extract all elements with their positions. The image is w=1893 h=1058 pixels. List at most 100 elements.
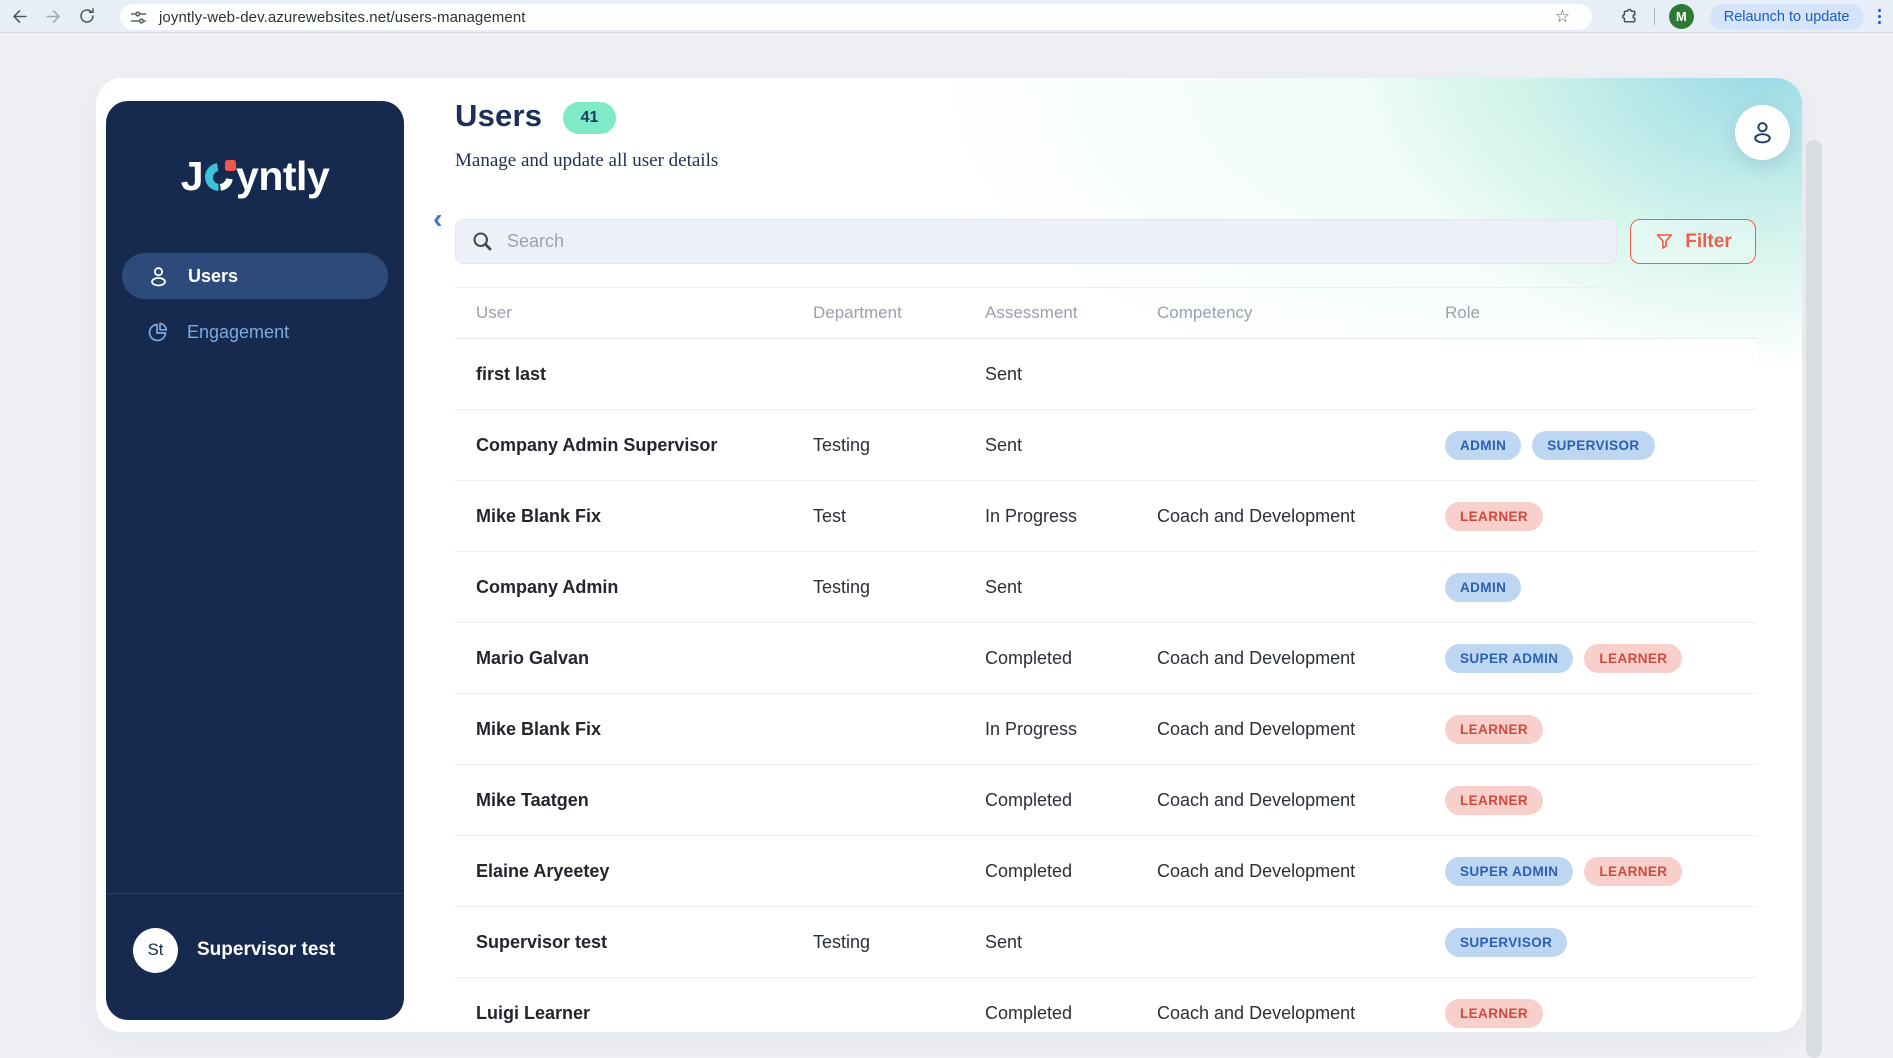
forward-icon <box>45 9 60 23</box>
role-badge: LEARNER <box>1445 785 1544 815</box>
profile-button[interactable] <box>1735 105 1790 160</box>
address-bar[interactable]: joyntly-web-dev.azurewebsites.net/users-… <box>120 4 1592 30</box>
search-input[interactable] <box>507 231 1602 252</box>
back-button[interactable] <box>4 1 34 31</box>
user-name-cell: first last <box>476 363 547 384</box>
table-row[interactable]: Mario Galvan Completed Coach and Developme… <box>455 623 1757 694</box>
assessment-cell: Completed <box>985 860 1073 881</box>
sidebar-nav: Users Engagement <box>122 253 388 365</box>
relaunch-button[interactable]: Relaunch to update <box>1709 3 1864 30</box>
users-table: User Department Assessment Competency Ro… <box>455 287 1757 1032</box>
logo-text-prefix: J <box>180 153 204 199</box>
main-card: Jyntly ‹ Users Engagement St Supervisor <box>96 78 1802 1032</box>
competency-cell: Coach and Development <box>1157 1002 1356 1023</box>
toolbar-divider <box>1653 8 1655 25</box>
sidebar-item-label: Users <box>188 265 239 286</box>
role-cell: LEARNER <box>1445 501 1757 531</box>
search-bar <box>455 219 1617 264</box>
browser-avatar[interactable]: M <box>1668 4 1694 29</box>
role-badge: ADMIN <box>1445 572 1522 602</box>
sidebar-item-users[interactable]: Users <box>122 253 388 299</box>
role-badge: SUPERVISOR <box>1445 927 1568 957</box>
search-icon <box>473 232 492 251</box>
screen: joyntly-web-dev.azurewebsites.net/users-… <box>0 0 1893 1058</box>
bookmark-star-button[interactable]: ☆ <box>1555 7 1570 27</box>
logo-text-suffix: yntly <box>236 153 330 199</box>
sidebar: Jyntly ‹ Users Engagement St Supervisor <box>106 101 443 1020</box>
user-avatar: St <box>133 927 178 973</box>
table-row[interactable]: Company Admin Testing Sent ADMIN <box>455 552 1757 623</box>
user-name-cell: Company Admin Supervisor <box>476 434 718 455</box>
table-row[interactable]: Mike Blank Fix In Progress Coach and Devel… <box>455 694 1757 765</box>
competency-cell: Coach and Development <box>1157 860 1356 881</box>
table-row[interactable]: Mike Taatgen Completed Coach and Developme… <box>455 765 1757 836</box>
role-cell: SUPERVISOR <box>1445 927 1757 957</box>
role-cell: LEARNER <box>1445 714 1757 744</box>
assessment-cell: Completed <box>985 789 1073 810</box>
role-badge: SUPER ADMIN <box>1445 643 1574 673</box>
site-settings-icon[interactable] <box>130 9 147 26</box>
department-cell: Testing <box>813 576 871 597</box>
sidebar-collapse-icon[interactable]: ‹ <box>433 205 442 233</box>
role-badge: LEARNER <box>1584 856 1683 886</box>
filter-icon <box>1656 234 1673 249</box>
reload-button[interactable] <box>72 1 102 31</box>
role-badge: LEARNER <box>1445 714 1544 744</box>
table-row[interactable]: Elaine Aryeetey Completed Coach and Develo… <box>455 836 1757 907</box>
assessment-cell: Completed <box>985 1002 1073 1023</box>
sidebar-item-label: Engagement <box>187 321 290 342</box>
column-header-assessment: Assessment <box>985 303 1078 322</box>
url-text: joyntly-web-dev.azurewebsites.net/users-… <box>159 8 526 26</box>
table-row[interactable]: Company Admin Supervisor Testing Sent ADMIN… <box>455 410 1757 481</box>
page-subtitle: Manage and update all user details <box>455 150 719 171</box>
table-header: User Department Assessment Competency Ro… <box>455 287 1757 339</box>
role-badge: SUPER ADMIN <box>1445 856 1574 886</box>
user-name-cell: Mario Galvan <box>476 647 590 668</box>
extensions-button[interactable] <box>1620 7 1640 27</box>
assessment-cell: In Progress <box>985 505 1078 526</box>
user-name-cell: Mike Blank Fix <box>476 505 602 526</box>
browser-controls: M Relaunch to update <box>1620 0 1893 33</box>
competency-cell: Coach and Development <box>1157 718 1356 739</box>
role-badge: LEARNER <box>1445 501 1544 531</box>
assessment-cell: Completed <box>985 647 1073 668</box>
user-name-cell: Supervisor test <box>476 931 608 952</box>
department-cell: Testing <box>813 931 871 952</box>
role-cell: LEARNER <box>1445 998 1757 1028</box>
current-user-name: Supervisor test <box>197 939 336 960</box>
table-row[interactable]: first last Sent <box>455 339 1757 410</box>
table-row[interactable]: Mike Blank Fix Test In Progress Coach and D… <box>455 481 1757 552</box>
column-header-role: Role <box>1445 303 1480 322</box>
role-cell: ADMIN <box>1445 572 1757 602</box>
forward-button[interactable] <box>38 1 68 31</box>
user-name-cell: Mike Taatgen <box>476 789 589 810</box>
sidebar-footer[interactable]: St Supervisor test <box>106 893 404 1020</box>
assessment-cell: Sent <box>985 931 1023 952</box>
page-scrollbar[interactable] <box>1806 140 1822 1058</box>
reload-icon <box>80 8 94 23</box>
column-header-competency: Competency <box>1157 303 1253 322</box>
engagement-icon <box>148 322 168 342</box>
table-row[interactable]: Luigi Learner Completed Coach and Developm… <box>455 978 1757 1032</box>
user-count-badge: 41 <box>563 102 616 134</box>
page-background: Jyntly ‹ Users Engagement St Supervisor <box>0 33 1893 1058</box>
competency-cell: Coach and Development <box>1157 505 1356 526</box>
filter-button[interactable]: Filter <box>1630 219 1756 264</box>
column-header-department: Department <box>813 303 902 322</box>
sidebar-item-engagement[interactable]: Engagement <box>122 309 388 355</box>
department-cell: Test <box>813 505 847 526</box>
browser-toolbar: joyntly-web-dev.azurewebsites.net/users-… <box>0 0 1893 33</box>
browser-menu-button[interactable] <box>1872 5 1888 29</box>
assessment-cell: Sent <box>985 434 1023 455</box>
role-cell: LEARNER <box>1445 785 1757 815</box>
assessment-cell: Sent <box>985 363 1023 384</box>
role-cell: ADMIN SUPERVISOR <box>1445 430 1757 460</box>
users-icon <box>151 266 166 286</box>
role-cell: SUPER ADMIN LEARNER <box>1445 643 1757 673</box>
table-row[interactable]: Supervisor test Testing Sent SUPERVISOR <box>455 907 1757 978</box>
logo: Jyntly ‹ <box>106 153 443 233</box>
logo-o-mark <box>205 160 237 191</box>
assessment-cell: Sent <box>985 576 1023 597</box>
column-header-user: User <box>476 303 512 322</box>
back-icon <box>12 9 27 23</box>
